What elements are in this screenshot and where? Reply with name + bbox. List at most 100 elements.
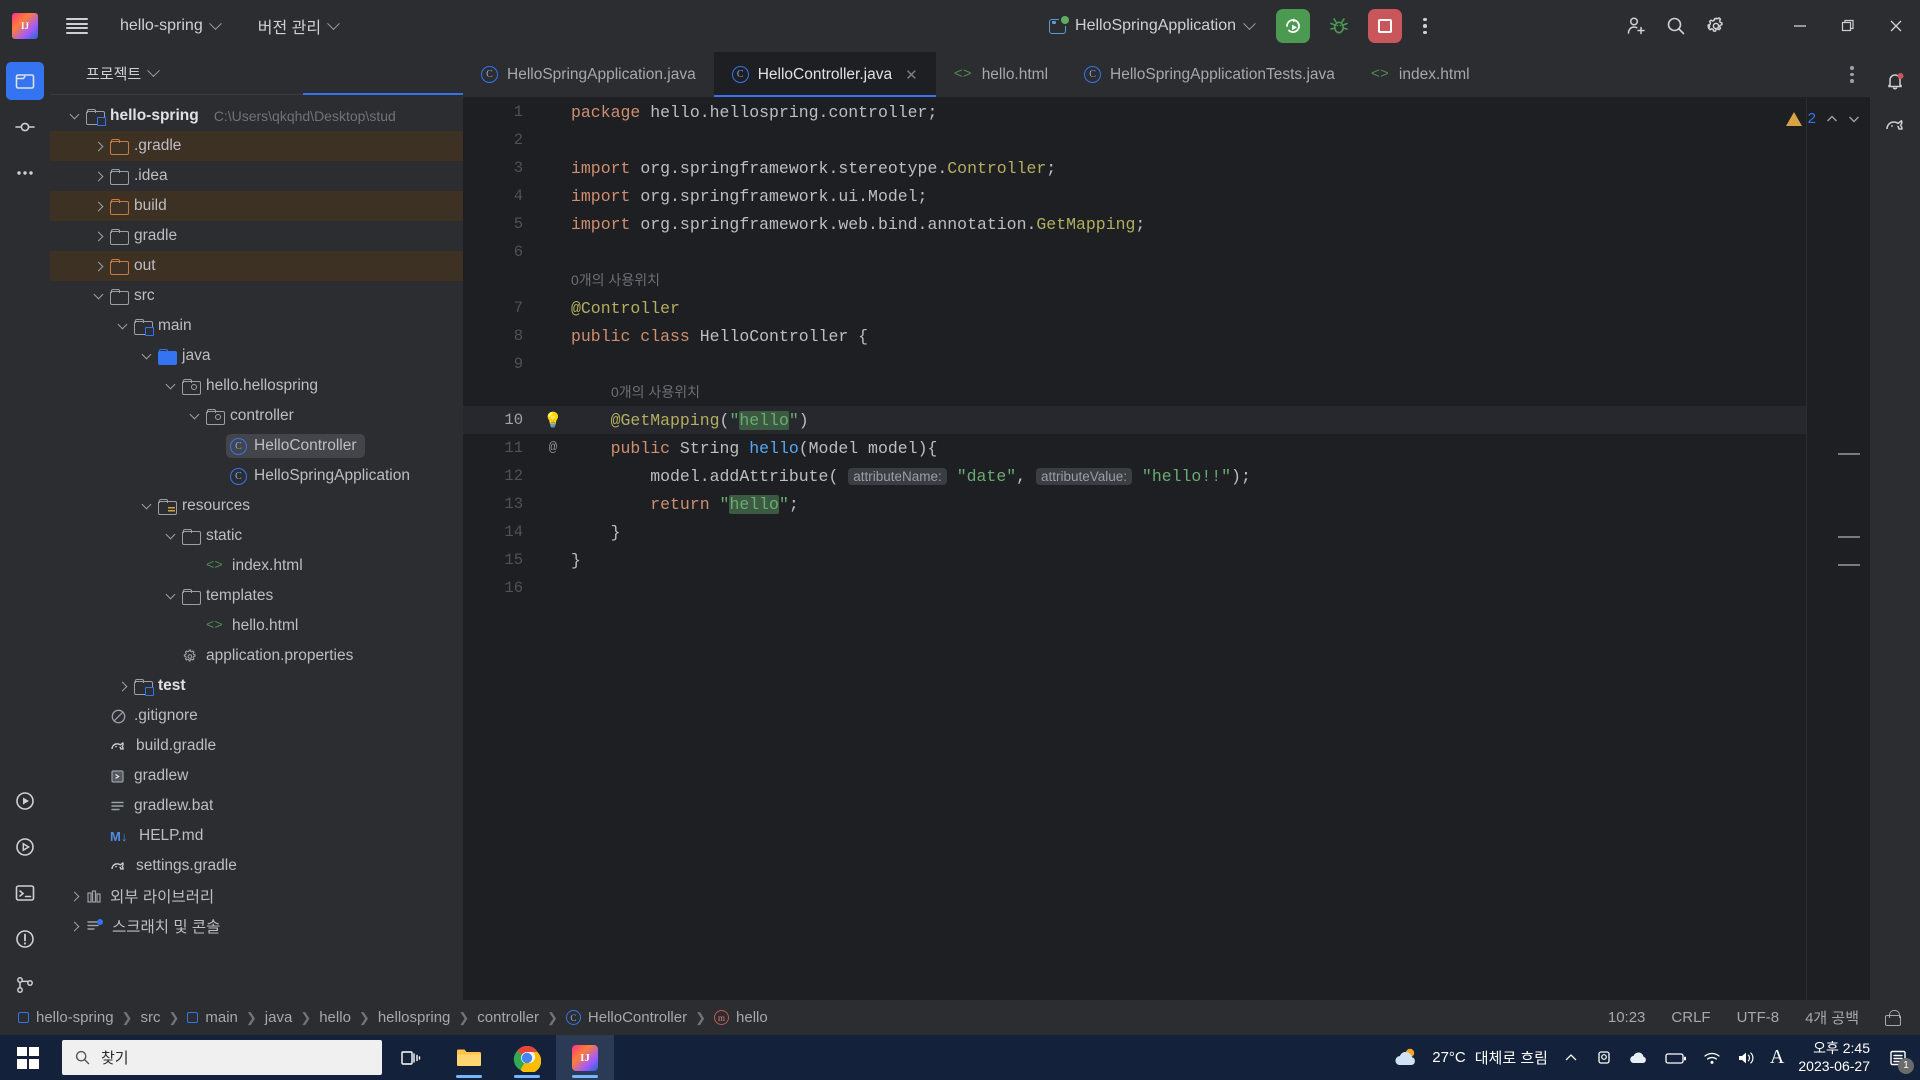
- file-explorer-button[interactable]: [440, 1035, 498, 1080]
- tree-item-gradle[interactable]: gradle: [50, 221, 463, 251]
- more-run-options-button[interactable]: [1414, 12, 1436, 40]
- chevron-right-icon[interactable]: [90, 141, 106, 151]
- editor-line-row[interactable]: 2: [463, 126, 1806, 154]
- taskbar-clock[interactable]: 오후 2:45 2023-06-27: [1798, 1040, 1870, 1075]
- minimize-window-button[interactable]: [1776, 0, 1824, 52]
- tool-window-commit[interactable]: [6, 108, 44, 146]
- caret-position[interactable]: 10:23: [1608, 1009, 1646, 1026]
- tool-window-project[interactable]: [6, 62, 44, 100]
- breadcrumb-item-main[interactable]: main: [181, 1007, 244, 1028]
- editor-tab-index-html[interactable]: <> index.html: [1353, 52, 1488, 97]
- editor-line-row[interactable]: 10 💡 @GetMapping("hello"): [463, 406, 1806, 434]
- breadcrumb-item-hellospring[interactable]: hellospring: [372, 1007, 457, 1028]
- tree-item-resources[interactable]: resources: [50, 491, 463, 521]
- editor-line-row[interactable]: 13 return "hello";: [463, 490, 1806, 518]
- tree-item-test[interactable]: test: [50, 671, 463, 701]
- tree-item-hello.hellospring[interactable]: hello.hellospring: [50, 371, 463, 401]
- tree-item-hellocontroller[interactable]: C HelloController: [50, 431, 463, 461]
- chevron-down-icon[interactable]: [162, 589, 178, 600]
- editor-inlay-row[interactable]: 0개의 사용위치: [463, 266, 1806, 294]
- chevron-down-icon[interactable]: [162, 379, 178, 390]
- tree-item-controller[interactable]: controller: [50, 401, 463, 431]
- chevron-down-icon[interactable]: [114, 319, 130, 330]
- breadcrumb-item-java[interactable]: java: [259, 1007, 299, 1028]
- tool-window-git[interactable]: [6, 966, 44, 1004]
- start-button[interactable]: [0, 1035, 56, 1080]
- next-problem-icon[interactable]: [1846, 111, 1862, 127]
- chevron-right-icon[interactable]: [90, 231, 106, 241]
- editor-line-row[interactable]: 1 package hello.hellospring.controller;: [463, 98, 1806, 126]
- tree-item-.idea[interactable]: .idea: [50, 161, 463, 191]
- wifi-icon[interactable]: [1702, 1049, 1722, 1067]
- chevron-right-icon[interactable]: [66, 921, 82, 931]
- settings-button[interactable]: [1696, 6, 1736, 46]
- tree-item-main[interactable]: main: [50, 311, 463, 341]
- chevron-down-icon[interactable]: [186, 409, 202, 420]
- chevron-right-icon[interactable]: [114, 681, 130, 691]
- prev-problem-icon[interactable]: [1824, 111, 1840, 127]
- editor-line-row[interactable]: 9: [463, 350, 1806, 378]
- stop-button[interactable]: [1368, 9, 1402, 43]
- editor-line-row[interactable]: 12 model.addAttribute( attributeName: "d…: [463, 462, 1806, 490]
- editor-tab-hellospringapplication-java[interactable]: C HelloSpringApplication.java: [463, 52, 714, 97]
- rerun-button[interactable]: [1276, 9, 1310, 43]
- editor-line-row[interactable]: 3 import org.springframework.stereotype.C…: [463, 154, 1806, 182]
- usages-inlay-hint[interactable]: 0개의 사용위치: [611, 384, 700, 400]
- breadcrumb-item-hellocontroller[interactable]: C HelloController: [560, 1007, 693, 1028]
- tree-item-build[interactable]: build: [50, 191, 463, 221]
- editor-line-row[interactable]: 7 @Controller: [463, 294, 1806, 322]
- chevron-down-icon[interactable]: [138, 349, 154, 360]
- editor-line-row[interactable]: 15}: [463, 546, 1806, 574]
- breadcrumb-item-hello[interactable]: m hello: [708, 1007, 774, 1028]
- chevron-right-icon[interactable]: [90, 171, 106, 181]
- task-view-button[interactable]: [382, 1035, 440, 1080]
- editor-line-row[interactable]: 14 }: [463, 518, 1806, 546]
- tree-item-hello-spring[interactable]: hello-spring C:\Users\qkqhd\Desktop\stud: [50, 101, 463, 131]
- chevron-down-icon[interactable]: [66, 109, 82, 120]
- tool-window-gradle[interactable]: [1876, 108, 1914, 146]
- tree-item-static[interactable]: static: [50, 521, 463, 551]
- breadcrumb-item-controller[interactable]: controller: [471, 1007, 545, 1028]
- battery-icon[interactable]: [1664, 1049, 1688, 1067]
- line-separator[interactable]: CRLF: [1671, 1009, 1710, 1026]
- ime-indicator[interactable]: A: [1770, 1046, 1784, 1069]
- editor-line-row[interactable]: 6: [463, 238, 1806, 266]
- maximize-window-button[interactable]: [1824, 0, 1872, 52]
- chevron-right-icon[interactable]: [90, 261, 106, 271]
- annotation-gutter-icon[interactable]: @: [535, 440, 571, 456]
- chrome-button[interactable]: [498, 1035, 556, 1080]
- chevron-right-icon[interactable]: [66, 891, 82, 901]
- tree-item-java[interactable]: java: [50, 341, 463, 371]
- chevron-up-icon[interactable]: [1562, 1049, 1580, 1067]
- indent-setting[interactable]: 4개 공백: [1805, 1007, 1859, 1028]
- add-user-button[interactable]: [1616, 6, 1656, 46]
- close-window-button[interactable]: [1872, 0, 1920, 52]
- run-configuration-selector[interactable]: HelloSpringApplication: [1041, 13, 1262, 39]
- editor-line-row[interactable]: 5 import org.springframework.web.bind.ann…: [463, 210, 1806, 238]
- read-only-lock-icon[interactable]: [1885, 1009, 1901, 1026]
- chevron-down-icon[interactable]: [138, 499, 154, 510]
- tree-item-.gradle[interactable]: .gradle: [50, 131, 463, 161]
- tree-item-gradlew.bat[interactable]: gradlew.bat: [50, 791, 463, 821]
- volume-icon[interactable]: [1736, 1049, 1756, 1067]
- tree-item-settings.gradle[interactable]: settings.gradle: [50, 851, 463, 881]
- close-tab-button[interactable]: ✕: [905, 66, 918, 84]
- file-encoding[interactable]: UTF-8: [1737, 1009, 1780, 1026]
- weather-widget[interactable]: 27°C 대체로 흐림: [1393, 1045, 1548, 1071]
- code-editor[interactable]: 1 package hello.hellospring.controller; 2 3…: [463, 98, 1806, 1012]
- editor-inlay-row[interactable]: 0개의 사용위치: [463, 378, 1806, 406]
- tree-item-help.md[interactable]: M↓ HELP.md: [50, 821, 463, 851]
- tree-item-templates[interactable]: templates: [50, 581, 463, 611]
- onedrive-icon[interactable]: [1628, 1049, 1650, 1067]
- tree-item-application.properties[interactable]: application.properties: [50, 641, 463, 671]
- editor-line-row[interactable]: 16: [463, 574, 1806, 602]
- version-control-dropdown[interactable]: 버전 관리: [252, 11, 344, 41]
- intention-bulb-icon[interactable]: 💡: [535, 411, 571, 430]
- tool-window-more[interactable]: [6, 154, 44, 192]
- editor-tab-hellocontroller-java[interactable]: C HelloController.java ✕: [713, 52, 936, 97]
- tree-item-.gitignore[interactable]: .gitignore: [50, 701, 463, 731]
- tree-item-hellospringapplication[interactable]: C HelloSpringApplication: [50, 461, 463, 491]
- breadcrumb-item-src[interactable]: src: [134, 1007, 166, 1028]
- breadcrumb-item-hello[interactable]: hello: [313, 1007, 357, 1028]
- tree-item-out[interactable]: out: [50, 251, 463, 281]
